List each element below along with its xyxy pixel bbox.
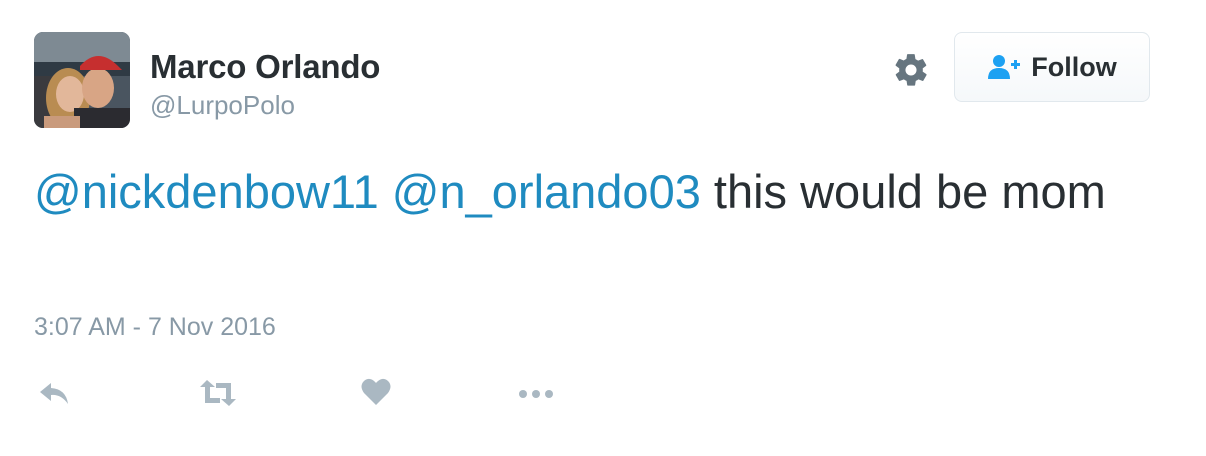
reply-icon[interactable] bbox=[37, 376, 71, 415]
gear-icon[interactable] bbox=[892, 51, 930, 89]
user-display-name[interactable]: Marco Orlando bbox=[150, 48, 380, 86]
user-handle[interactable]: @LurpoPolo bbox=[150, 90, 295, 121]
mention-link[interactable]: @nickdenbow11 bbox=[34, 165, 379, 218]
like-heart-icon[interactable] bbox=[360, 376, 392, 413]
more-dots-icon[interactable] bbox=[517, 376, 557, 415]
retweet-icon[interactable] bbox=[198, 376, 238, 415]
user-avatar[interactable] bbox=[34, 32, 130, 128]
follow-button-label: Follow bbox=[1031, 51, 1117, 82]
tweet-timestamp[interactable]: 3:07 AM - 7 Nov 2016 bbox=[34, 313, 276, 342]
follow-button[interactable]: Follow bbox=[954, 32, 1150, 102]
tweet-text: @nickdenbow11 @n_orlando03 this would be… bbox=[34, 160, 1154, 224]
follow-person-plus-icon bbox=[987, 54, 1021, 80]
mention-link[interactable]: @n_orlando03 bbox=[392, 165, 701, 218]
tweet-body-text: this would be mom bbox=[713, 165, 1106, 218]
